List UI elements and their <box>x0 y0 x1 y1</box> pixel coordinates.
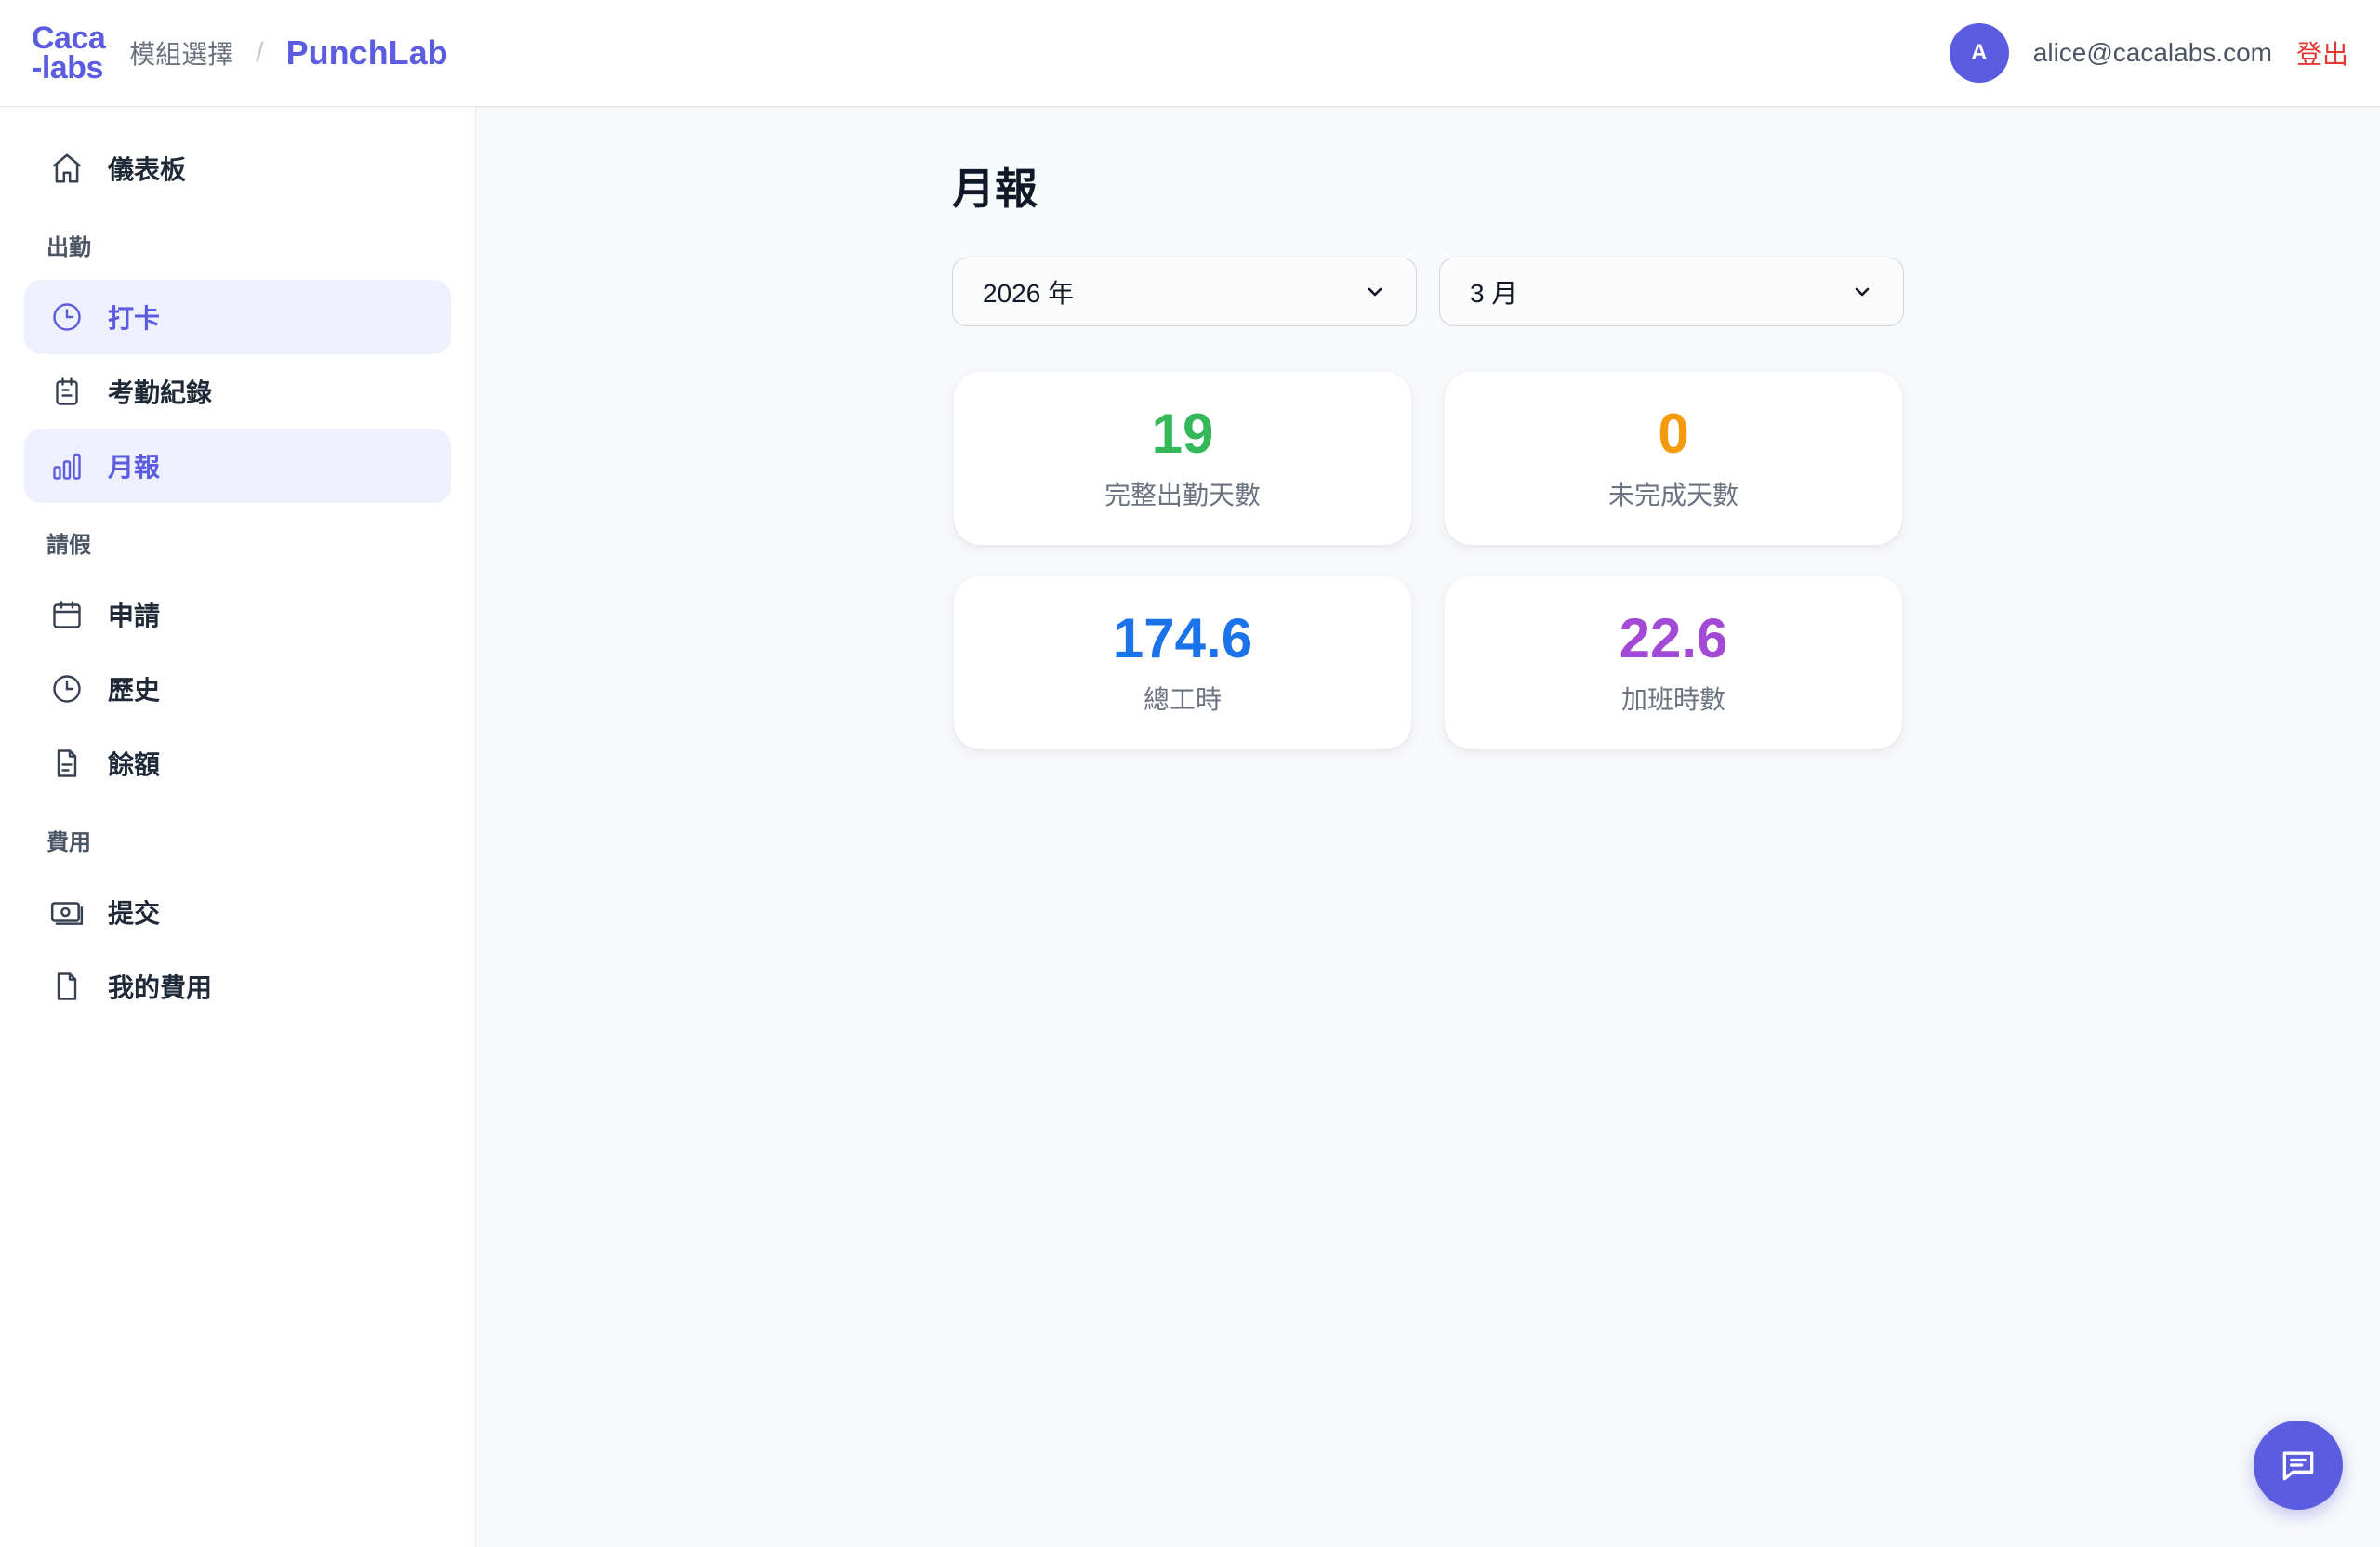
sidebar-item-label: 打卡 <box>108 304 161 333</box>
sidebar-section-expense: 費用 <box>46 830 91 855</box>
month-select[interactable]: 3 月 <box>1439 258 1904 326</box>
stat-value: 22.6 <box>1619 607 1728 669</box>
sidebar-item-punch[interactable]: 打卡 <box>24 280 451 354</box>
sidebar-item-label: 提交 <box>108 899 161 928</box>
logout-button[interactable]: 登出 <box>2296 34 2348 72</box>
banknote-icon <box>48 893 86 931</box>
user-area: A alice@cacalabs.com 登出 <box>1949 23 2348 83</box>
sidebar-item-leave-balance[interactable]: 餘額 <box>24 726 451 800</box>
stat-value: 19 <box>1151 403 1214 465</box>
file-icon <box>48 968 86 1005</box>
stat-card-overtime-hours: 22.6 加班時數 <box>1445 576 1902 749</box>
sidebar-section-leave: 請假 <box>46 533 91 558</box>
logo[interactable]: Caca -labs <box>32 20 106 86</box>
month-select-value: 3 月 <box>1470 279 1518 308</box>
sidebar-section-attendance: 出勤 <box>46 235 91 260</box>
breadcrumb: 模組選擇 / PunchLab <box>129 33 447 73</box>
sidebar-item-label: 儀表板 <box>108 155 187 184</box>
stat-value: 174.6 <box>1112 607 1253 669</box>
document-icon <box>48 745 86 782</box>
sidebar-item-label: 我的費用 <box>108 973 213 1002</box>
chevron-down-icon <box>1368 287 1382 297</box>
clock-icon <box>48 298 86 336</box>
sidebar-item-label: 月報 <box>108 453 161 482</box>
top-bar: Caca -labs 模組選擇 / PunchLab A alice@cacal… <box>0 0 2380 107</box>
calendar-icon <box>48 596 86 633</box>
stat-label: 總工時 <box>1143 685 1222 714</box>
stat-value: 0 <box>1658 403 1689 465</box>
year-select[interactable]: 2026 年 <box>952 258 1417 326</box>
sidebar-item-leave-history[interactable]: 歷史 <box>24 652 451 726</box>
sidebar-item-label: 歷史 <box>108 676 161 705</box>
sidebar: 儀表板 出勤 打卡 考勤紀錄 月報 請假 申請 歷史 餘額 費用 提交 我的費用 <box>0 107 476 1547</box>
logo-line-1: Caca <box>32 20 106 56</box>
module-select-link[interactable]: 模組選擇 <box>129 34 233 72</box>
stat-label: 加班時數 <box>1620 685 1726 714</box>
clipboard-icon <box>48 373 86 410</box>
stat-label: 完整出勤天數 <box>1104 481 1261 509</box>
sidebar-item-expense-submit[interactable]: 提交 <box>24 875 451 949</box>
logo-line-2: -labs <box>32 50 103 86</box>
sidebar-item-label: 申請 <box>108 602 161 630</box>
sidebar-item-label: 餘額 <box>108 750 161 779</box>
page-title: 月報 <box>952 165 1038 213</box>
sidebar-item-attendance-records[interactable]: 考勤紀錄 <box>24 354 451 429</box>
stat-card-incomplete-days: 0 未完成天數 <box>1445 372 1902 545</box>
sidebar-item-dashboard[interactable]: 儀表板 <box>24 131 451 205</box>
year-select-value: 2026 年 <box>983 279 1075 308</box>
sidebar-item-label: 考勤紀錄 <box>108 378 213 407</box>
stat-card-full-attendance-days: 19 完整出勤天數 <box>954 372 1411 545</box>
home-icon <box>48 150 86 187</box>
app-name-link[interactable]: PunchLab <box>286 33 448 73</box>
sidebar-item-monthly-report[interactable]: 月報 <box>24 429 451 503</box>
chat-button[interactable] <box>2254 1421 2343 1510</box>
clock-icon <box>48 670 86 707</box>
stat-label: 未完成天數 <box>1607 481 1739 509</box>
stat-card-total-hours: 174.6 總工時 <box>954 576 1411 749</box>
sidebar-item-leave-apply[interactable]: 申請 <box>24 577 451 652</box>
chevron-down-icon <box>1855 287 1870 297</box>
user-email: alice@cacalabs.com <box>2032 38 2272 67</box>
chat-icon <box>2282 1451 2314 1481</box>
avatar[interactable]: A <box>1949 23 2009 83</box>
sidebar-item-my-expenses[interactable]: 我的費用 <box>24 949 451 1024</box>
bar-chart-icon <box>48 447 86 484</box>
breadcrumb-separator: / <box>256 37 264 68</box>
